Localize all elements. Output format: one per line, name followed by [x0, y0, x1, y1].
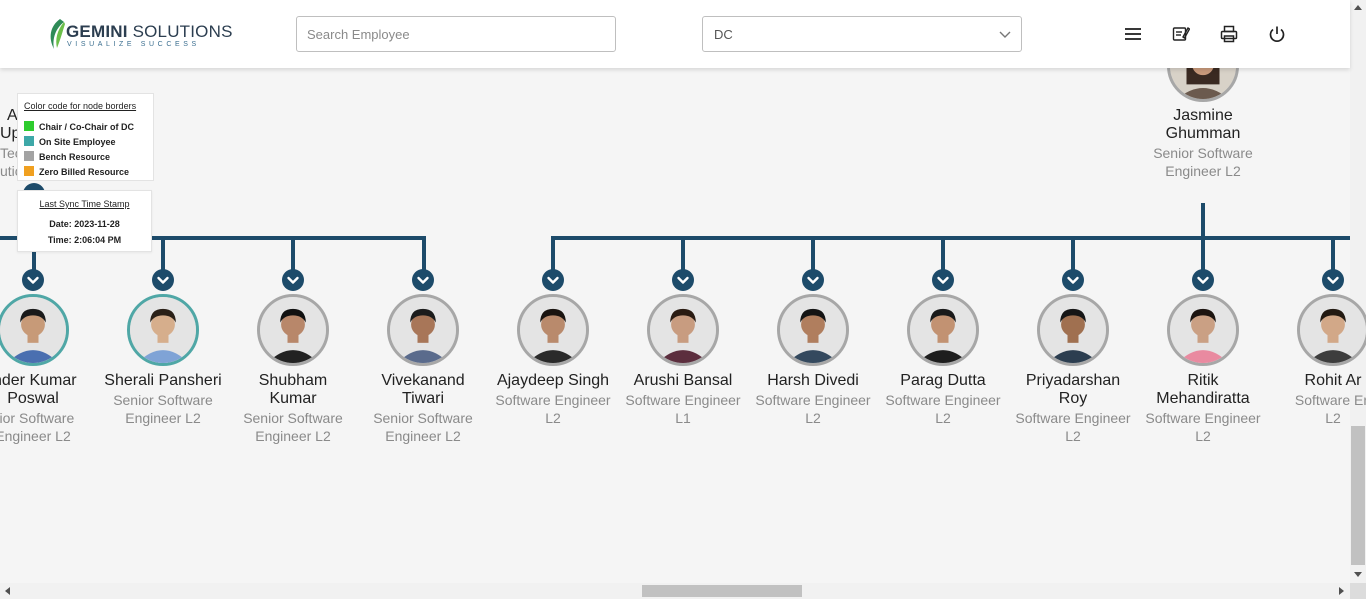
employee-node[interactable]: Parag Dutta Software Engineer L2 — [878, 294, 1008, 444]
employee-name: Shubham Kumar — [258, 372, 328, 407]
sync-title: Last Sync Time Stamp — [39, 199, 130, 209]
app-header: GEMINI SOLUTIONS VISUALIZE SUCCESS DC — [0, 0, 1350, 68]
expand-toggle-icon[interactable] — [152, 269, 174, 291]
employee-designation: Software Engineer L2 — [495, 392, 611, 426]
employee-name: Sherali Pansheri — [104, 372, 222, 389]
sync-date: Date: 2023-11-28 — [49, 219, 120, 229]
employee-avatar — [517, 294, 589, 366]
expand-toggle-icon[interactable] — [932, 269, 954, 291]
company-logo[interactable]: GEMINI SOLUTIONS VISUALIZE SUCCESS — [48, 18, 232, 52]
notes-icon[interactable] — [1172, 25, 1190, 43]
employee-avatar — [1167, 294, 1239, 366]
expand-toggle-icon[interactable] — [542, 269, 564, 291]
legend-label: Bench Resource — [39, 152, 111, 162]
scroll-up-arrow-icon[interactable] — [1354, 5, 1362, 10]
vertical-scrollbar-thumb[interactable] — [1351, 426, 1365, 565]
employee-designation: Senior Software Engineer L2 — [113, 392, 213, 426]
leaf-logo-icon — [50, 19, 65, 49]
employee-designation: Software En L2 — [1294, 392, 1366, 426]
employee-avatar — [907, 294, 979, 366]
employee-designation: Software Engineer L1 — [625, 392, 741, 426]
logo-wordmark: GEMINI SOLUTIONS — [66, 22, 233, 41]
logo-tagline: VISUALIZE SUCCESS — [67, 41, 200, 48]
expand-toggle-icon[interactable] — [802, 269, 824, 291]
employee-designation: Senior Software Engineer L2 — [373, 410, 473, 444]
expand-toggle-icon[interactable] — [282, 269, 304, 291]
employee-avatar — [647, 294, 719, 366]
expand-toggle-icon[interactable] — [1062, 269, 1084, 291]
employee-name: Ritik Mehandiratta — [1156, 372, 1250, 407]
power-icon[interactable] — [1268, 25, 1286, 43]
expand-toggle-icon[interactable] — [22, 269, 44, 291]
employee-name: Priyadarshan Roy — [1025, 372, 1121, 407]
employee-name: inder KumarPoswal — [0, 372, 77, 407]
expand-toggle-icon[interactable] — [412, 269, 434, 291]
employee-designation: Software Engineer L2 — [755, 392, 871, 426]
legend-swatch — [24, 121, 34, 131]
employee-designation: Software Engineer L2 — [1145, 410, 1261, 444]
expand-toggle-icon[interactable] — [1192, 269, 1214, 291]
employee-avatar — [1037, 294, 1109, 366]
dc-select-value: DC — [714, 27, 733, 42]
employee-name: Jasmine Ghumman — [1165, 107, 1241, 142]
employee-node[interactable]: Rohit Ar Software En L2 — [1268, 294, 1366, 444]
employee-node[interactable]: Ritik Mehandiratta Software Engineer L2 — [1138, 294, 1268, 444]
employee-node[interactable]: Ajaydeep Singh Software Engineer L2 — [488, 294, 618, 444]
employee-name: Vivekanand Tiwari — [381, 372, 465, 407]
employee-node[interactable]: Shubham Kumar Senior Software Engineer L2 — [228, 294, 358, 444]
node-border-color-legend: Color code for node borders Chair / Co-C… — [17, 93, 154, 181]
expand-toggle-icon[interactable] — [672, 269, 694, 291]
expand-toggle-icon[interactable] — [1322, 269, 1344, 291]
employee-name: Arushi Bansal — [633, 372, 733, 389]
legend-swatch — [24, 136, 34, 146]
employee-avatar — [387, 294, 459, 366]
legend-label: Zero Billed Resource — [39, 167, 130, 177]
scrollbar-corner — [1350, 583, 1366, 599]
employee-node[interactable]: Sherali Pansheri Senior Software Engineer … — [98, 294, 228, 444]
scroll-left-arrow-icon[interactable] — [5, 587, 10, 595]
employee-avatar — [257, 294, 329, 366]
employee-node[interactable]: inder KumarPoswalnior SoftwareEngineer L… — [0, 294, 98, 444]
employee-designation: Senior Software Engineer L2 — [1153, 145, 1253, 179]
scroll-down-arrow-icon[interactable] — [1354, 572, 1362, 577]
employee-name: Ajaydeep Singh — [496, 372, 610, 389]
chevron-down-icon — [999, 31, 1011, 38]
sync-time: Time: 2:06:04 PM — [47, 235, 122, 245]
legend-title: Color code for node borders — [24, 101, 137, 111]
employee-avatar — [777, 294, 849, 366]
legend-label: Chair / Co-Chair of DC — [39, 122, 135, 132]
employee-node[interactable]: Vivekanand Tiwari Senior Software Engineer … — [358, 294, 488, 444]
employee-name: Parag Dutta — [900, 372, 986, 389]
employee-avatar — [1297, 294, 1366, 366]
employee-designation: Software Engineer L2 — [885, 392, 1001, 426]
employee-node[interactable]: Priyadarshan Roy Software Engineer L2 — [1008, 294, 1138, 444]
employee-name: Harsh Divedi — [767, 372, 859, 389]
employee-designation: Senior Software Engineer L2 — [243, 410, 343, 444]
employee-avatar — [0, 294, 69, 366]
last-sync-panel: Last Sync Time Stamp Date: 2023-11-28 Ti… — [17, 190, 152, 252]
scroll-right-arrow-icon[interactable] — [1339, 587, 1344, 595]
employee-name: Rohit Ar — [1304, 372, 1362, 389]
legend-swatch — [24, 151, 34, 161]
search-employee-input[interactable] — [296, 16, 616, 52]
employee-node[interactable]: Harsh Divedi Software Engineer L2 — [748, 294, 878, 444]
employee-designation: Software Engineer L2 — [1015, 410, 1131, 444]
dc-select-dropdown[interactable]: DC — [702, 16, 1022, 52]
hamburger-menu-icon[interactable] — [1124, 25, 1142, 43]
employee-avatar — [127, 294, 199, 366]
employee-designation: nior SoftwareEngineer L2 — [0, 410, 75, 444]
printer-icon[interactable] — [1220, 25, 1238, 43]
legend-swatch — [24, 166, 34, 176]
employee-node[interactable]: Arushi Bansal Software Engineer L1 — [618, 294, 748, 444]
legend-label: On Site Employee — [39, 137, 116, 147]
horizontal-scrollbar-thumb[interactable] — [642, 585, 802, 597]
